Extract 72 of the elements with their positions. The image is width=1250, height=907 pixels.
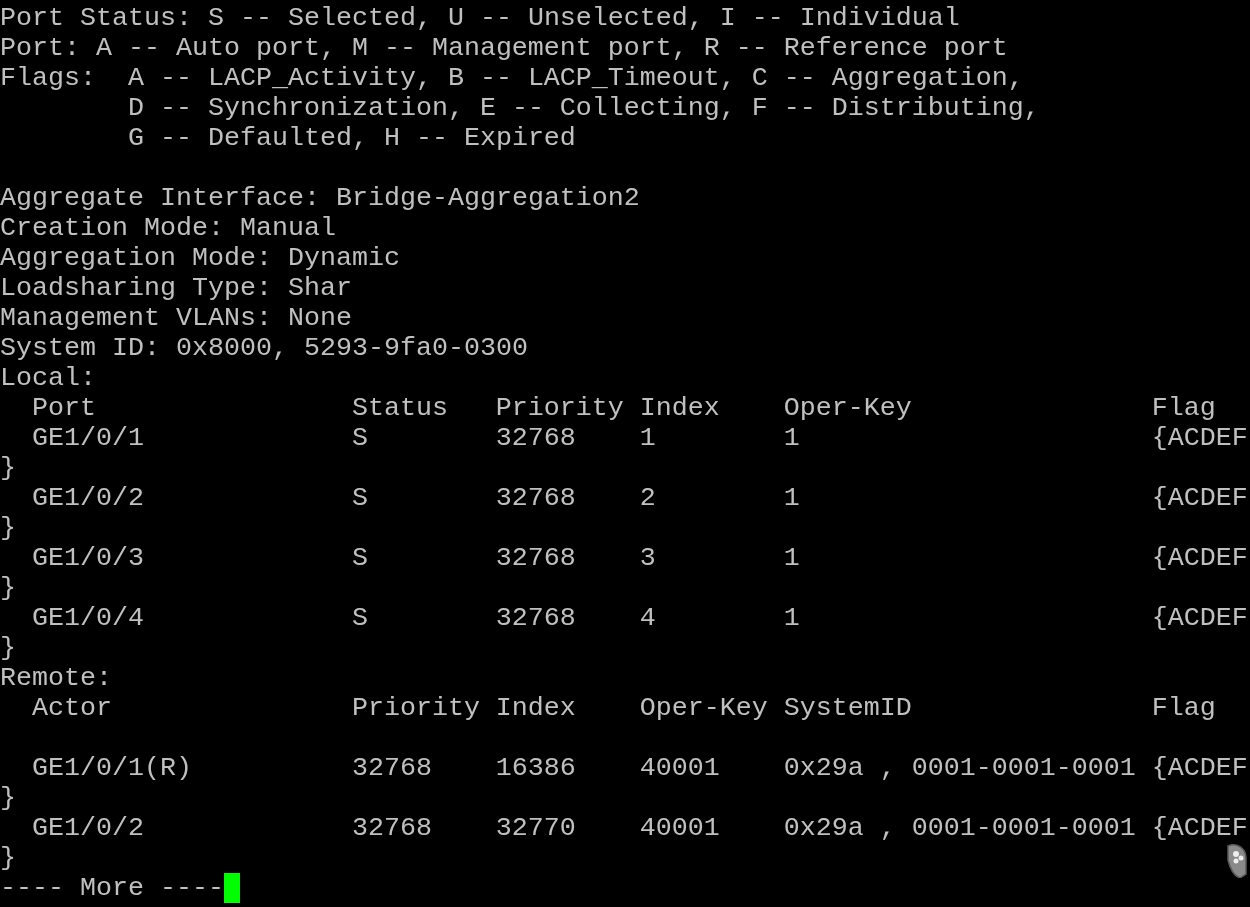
column-header: Flag xyxy=(1151,393,1217,423)
table-cell-text: 4 xyxy=(639,603,657,633)
table-cell-text: 2 xyxy=(639,483,657,513)
table-cell-text: 32768 xyxy=(351,753,433,783)
table-cell-text: 32768 xyxy=(495,543,577,573)
section-title: Local: xyxy=(0,363,96,393)
table-cell-text: GE1/0/3 xyxy=(32,543,145,573)
column-header: Priority xyxy=(495,393,625,423)
column-header: Oper-Key xyxy=(783,393,913,423)
column-header: Status xyxy=(351,393,449,423)
table-cell: } xyxy=(0,633,16,663)
table-cell-text: 1 xyxy=(783,423,801,453)
column-header: Port xyxy=(32,393,97,423)
table-cell-text: 32768 xyxy=(351,813,433,843)
table-cell-text: S xyxy=(351,483,369,513)
table-cell-text: GE1/0/2 xyxy=(32,483,145,513)
legend-text: S -- Selected, U -- Unselected, I -- Individual xyxy=(207,3,960,33)
table-cell: } xyxy=(0,513,16,543)
table-cell-text: 32768 xyxy=(495,423,577,453)
table-cell-text: 32768 xyxy=(495,483,577,513)
legend-text: G -- Defaulted, H -- Expired xyxy=(127,123,576,153)
legend-label: Port: xyxy=(0,33,80,63)
info-line: Aggregation Mode: Dynamic xyxy=(0,243,400,273)
table-cell-text: 1 xyxy=(783,483,801,513)
table-cell: } xyxy=(0,783,16,813)
table-cell: } xyxy=(0,573,16,603)
table-cell-text: {ACDEF xyxy=(1151,483,1249,513)
column-header: Priority xyxy=(351,693,481,723)
table-cell-text: S xyxy=(351,423,369,453)
info-line: Aggregate Interface: Bridge-Aggregation2 xyxy=(0,183,640,213)
table-cell-text: {ACDEF xyxy=(1151,543,1249,573)
info-line: Creation Mode: Manual xyxy=(0,213,336,243)
table-cell-text: 32768 xyxy=(495,603,577,633)
table-cell-text: 16386 xyxy=(495,753,577,783)
table-cell-text: {ACDEF xyxy=(1151,753,1249,783)
table-cell: } xyxy=(0,453,16,483)
info-line: System ID: 0x8000, 5293-9fa0-0300 xyxy=(0,333,528,363)
info-line: Loadsharing Type: Shar xyxy=(0,273,352,303)
table-cell-text: 40001 xyxy=(639,753,721,783)
table-cell-text: 1 xyxy=(783,543,801,573)
column-header: Index xyxy=(495,693,577,723)
table-cell-text: 1 xyxy=(783,603,801,633)
column-header: Index xyxy=(639,393,721,423)
legend-label: Flags: xyxy=(0,63,96,93)
legend-text: D -- Synchronization, E -- Collecting, F -- Distributing, xyxy=(127,93,1040,123)
column-header: Actor xyxy=(32,693,113,723)
table-cell-text: 1 xyxy=(639,423,657,453)
table-cell-text: {ACDEF xyxy=(1151,423,1249,453)
column-header: Flag xyxy=(1151,693,1217,723)
legend-text: A -- Auto port, M -- Management port, R -- Reference port xyxy=(95,33,1008,63)
legend-text: A -- LACP_Activity, B -- LACP_Timeout, C -- Aggregation, xyxy=(127,63,1024,93)
table-cell-text: {ACDEF xyxy=(1151,603,1249,633)
table-cell-text: GE1/0/1 xyxy=(32,423,145,453)
table-cell-text: GE1/0/1(R) xyxy=(32,753,193,783)
column-header: Oper-Key xyxy=(639,693,769,723)
table-cell-text: GE1/0/4 xyxy=(32,603,145,633)
table-cell-text: 32770 xyxy=(495,813,577,843)
mouse-cursor-icon xyxy=(1224,842,1250,878)
table-cell-text: 0x29a , 0001-0001-0001 xyxy=(783,753,1137,783)
table-cell-text: {ACDEF xyxy=(1151,813,1249,843)
table-cell-text: GE1/0/2 xyxy=(32,813,145,843)
legend-label: Port Status: xyxy=(0,3,192,33)
table-cell-text: S xyxy=(351,603,369,633)
info-line: Management VLANs: None xyxy=(0,303,352,333)
table-cell: } xyxy=(0,843,16,873)
more-prompt: ---- More ---- xyxy=(0,873,224,903)
table-cell-text: 3 xyxy=(639,543,657,573)
column-header: SystemID xyxy=(783,693,913,723)
table-cell-text: 0x29a , 0001-0001-0001 xyxy=(783,813,1137,843)
section-title: Remote: xyxy=(0,663,112,693)
table-cell-text: S xyxy=(351,543,369,573)
table-cell-text: 40001 xyxy=(639,813,721,843)
